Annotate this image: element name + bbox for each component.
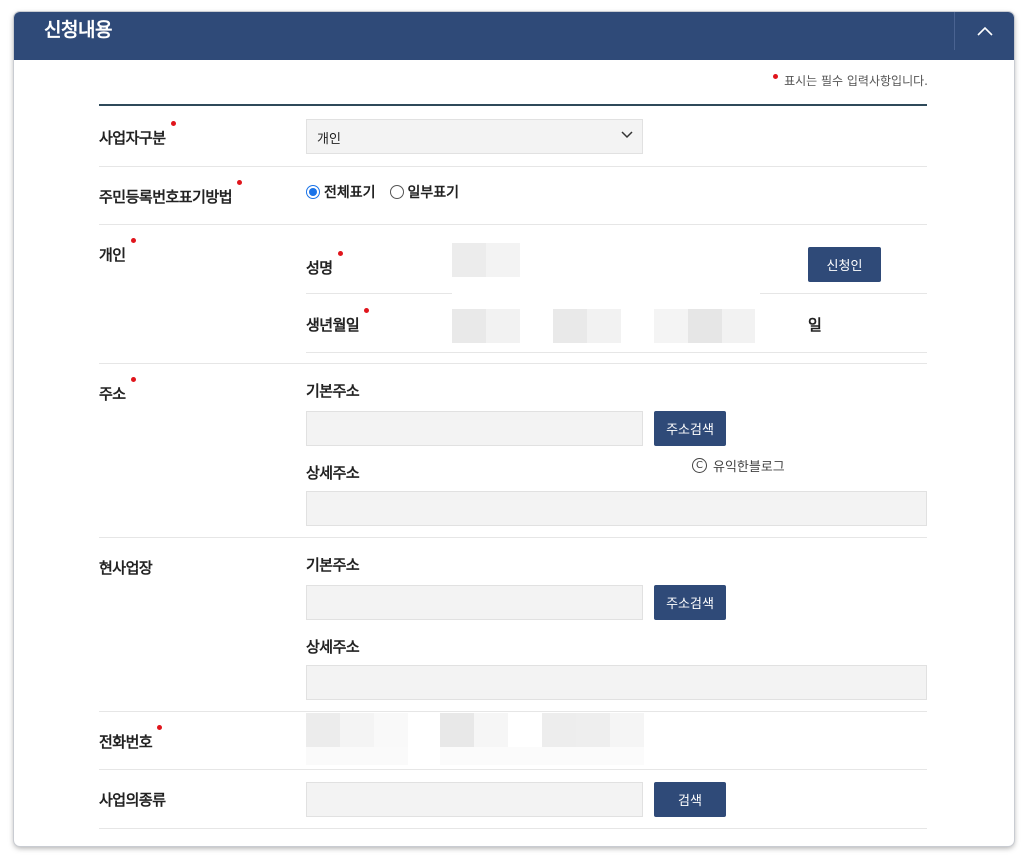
business-kind-input[interactable]	[306, 782, 643, 817]
required-dot-icon	[364, 308, 370, 313]
row-divider	[99, 828, 927, 829]
phone-redacted	[306, 713, 644, 765]
name-redacted	[452, 243, 520, 277]
workplace-search-button[interactable]: 주소검색	[654, 585, 726, 620]
collapse-button[interactable]	[954, 12, 1014, 50]
id-display-radio-group: 전체표기 일부표기	[306, 182, 473, 202]
business-type-label-text: 사업자구분	[99, 129, 166, 147]
application-panel: 신청내용 표시는 필수 입력사항입니다. 사업자구분 개인 주민등록번호표기방법…	[14, 12, 1014, 846]
chevron-up-icon	[976, 26, 993, 36]
required-dot-icon	[170, 121, 176, 126]
applicant-button[interactable]: 신청인	[808, 247, 881, 282]
birthdate-label: 생년월일	[306, 308, 370, 335]
id-display-label-text: 주민등록번호표기방법	[99, 188, 233, 206]
row-divider	[99, 224, 927, 225]
address-detail-input[interactable]	[306, 491, 927, 526]
workplace-detail-input[interactable]	[306, 665, 927, 700]
row-divider	[99, 711, 927, 712]
copyright-icon: C	[692, 458, 707, 473]
business-kind-search-button[interactable]: 검색	[654, 782, 726, 817]
phone-label: 전화번호	[99, 725, 163, 752]
required-dot-icon	[130, 377, 136, 382]
address-basic-input[interactable]	[306, 411, 643, 446]
panel-title: 신청내용	[44, 19, 112, 41]
day-suffix: 일	[808, 316, 822, 334]
address-detail-label: 상세주소	[306, 464, 360, 482]
required-dot-icon	[157, 725, 163, 730]
phone-label-text: 전화번호	[99, 733, 153, 751]
birthdate-label-text: 생년월일	[306, 316, 360, 334]
name-label: 성명	[306, 251, 343, 278]
id-display-label: 주민등록번호표기방법	[99, 180, 243, 207]
business-type-value: 개인	[317, 132, 341, 147]
sub-row-divider	[760, 293, 927, 294]
row-divider	[99, 537, 927, 538]
radio-partial-display-label[interactable]: 일부표기	[408, 182, 460, 202]
watermark-text: 유익한블로그	[713, 460, 785, 475]
name-label-text: 성명	[306, 259, 333, 277]
workplace-detail-label: 상세주소	[306, 638, 360, 656]
business-type-select[interactable]: 개인	[306, 119, 643, 154]
birth-year-redacted	[452, 309, 520, 343]
chevron-down-icon	[621, 131, 633, 139]
required-dot-icon	[237, 180, 243, 185]
workplace-basic-label: 기본주소	[306, 556, 360, 574]
address-basic-label: 기본주소	[306, 382, 360, 400]
address-label-text: 주소	[99, 385, 126, 403]
birth-month-redacted	[553, 309, 621, 343]
birth-day-redacted	[654, 309, 755, 343]
required-dot-icon	[130, 238, 136, 243]
workplace-label: 현사업장	[99, 559, 153, 577]
workplace-basic-input[interactable]	[306, 585, 643, 620]
row-divider	[99, 363, 927, 364]
table-top-divider	[99, 104, 927, 106]
required-dot-icon	[337, 251, 343, 256]
radio-full-display-label[interactable]: 전체표기	[324, 182, 376, 202]
business-type-label: 사업자구분	[99, 121, 176, 148]
individual-label: 개인	[99, 238, 136, 265]
sub-row-divider	[306, 352, 927, 353]
sub-row-divider	[306, 293, 452, 294]
business-kind-label: 사업의종류	[99, 791, 166, 809]
radio-full-display[interactable]	[306, 185, 320, 199]
required-dot-icon	[773, 74, 779, 79]
row-divider	[99, 769, 927, 770]
radio-partial-display[interactable]	[389, 185, 404, 199]
address-label: 주소	[99, 377, 136, 404]
required-note: 표시는 필수 입력사항입니다.	[773, 72, 928, 89]
address-search-button[interactable]: 주소검색	[654, 411, 726, 446]
individual-label-text: 개인	[99, 246, 126, 264]
panel-header: 신청내용	[14, 12, 1014, 60]
watermark: C 유익한블로그	[692, 456, 785, 475]
row-divider	[99, 166, 927, 167]
required-note-text: 표시는 필수 입력사항입니다.	[784, 74, 928, 88]
